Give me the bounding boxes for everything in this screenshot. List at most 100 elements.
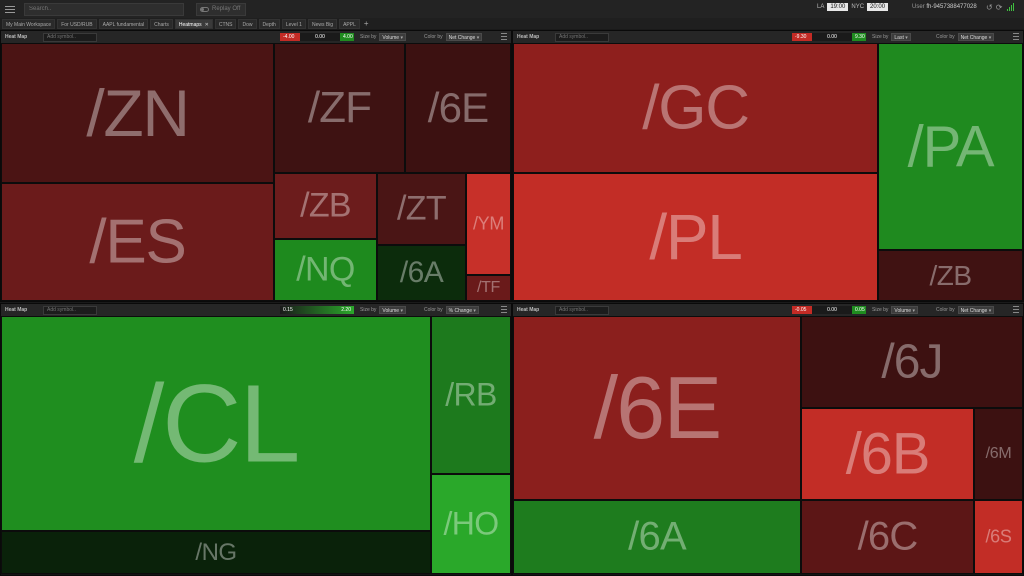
tab-label: Heatmaps bbox=[178, 21, 202, 28]
panel-menu-icon[interactable] bbox=[501, 33, 507, 40]
color-by-select[interactable]: Net Change bbox=[957, 306, 995, 314]
color-by-select[interactable]: Net Change bbox=[445, 33, 483, 41]
legend-value: -9.30 bbox=[792, 33, 812, 41]
clock-nyc-time: 20:00 bbox=[867, 3, 889, 11]
add-symbol-input[interactable] bbox=[43, 32, 97, 42]
add-symbol-input[interactable] bbox=[43, 305, 97, 315]
replay-toggle[interactable]: Replay Off bbox=[196, 2, 246, 16]
color-by-control: Color by Net Change bbox=[424, 33, 483, 41]
add-symbol-input[interactable] bbox=[555, 305, 609, 315]
color-legend: -9.30 0.00 9.30 bbox=[792, 33, 866, 41]
cell-symbol: /ES bbox=[89, 207, 186, 277]
size-by-select[interactable]: Volume bbox=[379, 33, 406, 41]
legend-value: 9.30 bbox=[852, 33, 866, 41]
panel-menu-icon[interactable] bbox=[1013, 306, 1019, 313]
heatmap-cell[interactable]: /6M bbox=[974, 408, 1023, 500]
toggle-switch-icon bbox=[200, 6, 209, 12]
tab-level-1[interactable]: Level 1 bbox=[281, 18, 306, 29]
heatmap-cell[interactable]: /ZB bbox=[878, 250, 1023, 301]
cell-symbol: /PA bbox=[907, 114, 995, 179]
color-by-select[interactable]: Net Change bbox=[957, 33, 995, 41]
legend-value: 0.05 bbox=[852, 306, 866, 314]
tab-charts[interactable]: Charts bbox=[150, 18, 173, 29]
cell-symbol: /ZB bbox=[929, 259, 972, 291]
heatmap-cell[interactable]: /NG bbox=[1, 531, 431, 574]
panel-menu-icon[interactable] bbox=[1013, 33, 1019, 40]
panel-menu-icon[interactable] bbox=[501, 306, 507, 313]
tab-news-big[interactable]: News Big bbox=[307, 18, 338, 29]
heatmap-cell[interactable]: /NQ bbox=[274, 239, 377, 301]
tab-label: APPL bbox=[343, 21, 356, 28]
heatmap-cell[interactable]: /HO bbox=[431, 474, 511, 574]
heatmap-cell[interactable]: /GC bbox=[513, 43, 878, 173]
heatmap-cell[interactable]: /ZB bbox=[274, 173, 377, 239]
hamburger-menu-icon[interactable] bbox=[4, 2, 20, 16]
heatmap-body: /ZN/ZF/6E/ES/ZB/ZT/YM/NQ/6A/TF bbox=[1, 43, 511, 301]
heatmap-cell[interactable]: /ZT bbox=[377, 173, 466, 245]
add-symbol-input[interactable] bbox=[555, 32, 609, 42]
cell-symbol: /HO bbox=[443, 505, 500, 542]
cell-symbol: /6M bbox=[985, 445, 1012, 462]
color-by-label: Color by bbox=[936, 307, 955, 313]
user-label: User bbox=[912, 4, 925, 10]
search-input[interactable] bbox=[24, 2, 184, 16]
tab-label: Dow bbox=[242, 21, 253, 28]
tab-for-usd-rub[interactable]: For USD/RUB bbox=[57, 18, 97, 29]
size-by-select[interactable]: Volume bbox=[891, 306, 918, 314]
heatmap-panel-2: Heat Map -9.300.009.30 Size byLast Color by… bbox=[512, 30, 1024, 302]
size-by-control: Size by Volume bbox=[872, 306, 918, 314]
legend-value: -0.05 bbox=[792, 306, 812, 314]
heatmap-cell[interactable]: /6E bbox=[513, 316, 801, 500]
tab-label: News Big bbox=[311, 21, 334, 28]
add-tab-icon[interactable]: + bbox=[364, 19, 369, 28]
tab-appl[interactable]: APPL bbox=[339, 18, 360, 29]
tab-ctns[interactable]: CTNS bbox=[214, 18, 237, 29]
panel-title: Heat Map bbox=[5, 307, 28, 313]
refresh-icon[interactable]: ⟳ bbox=[996, 3, 1003, 12]
color-legend: -0.05 0.00 0.05 bbox=[792, 306, 866, 314]
heatmap-cell[interactable]: /PL bbox=[513, 173, 878, 301]
cell-symbol: /GC bbox=[642, 73, 750, 143]
heatmap-cell[interactable]: /YM bbox=[466, 173, 511, 275]
color-legend: -4.00 0.00 4.00 bbox=[280, 33, 354, 41]
cell-symbol: /6E bbox=[427, 84, 489, 131]
heatmap-body: /GC/PA/PL/ZB bbox=[513, 43, 1023, 301]
tab-aapl-fundamental[interactable]: AAPL fundamental bbox=[98, 18, 149, 29]
heatmap-cell[interactable]: /PA bbox=[878, 43, 1023, 250]
close-tab-icon[interactable]: ✕ bbox=[205, 22, 209, 28]
heatmap-cell[interactable]: /6A bbox=[513, 500, 801, 574]
heatmap-cell[interactable]: /6E bbox=[405, 43, 511, 173]
size-by-label: Size by bbox=[872, 34, 889, 40]
color-by-control: Color by Net Change bbox=[936, 306, 995, 314]
heatmap-cell[interactable]: /TF bbox=[466, 275, 511, 301]
size-by-control: Size by Volume bbox=[360, 306, 406, 314]
clock-la-time: 19:00 bbox=[827, 3, 849, 11]
world-clocks: LA 19:00 NYC 20:00 bbox=[817, 3, 889, 11]
history-icon[interactable]: ↺ bbox=[986, 3, 993, 12]
size-by-select[interactable]: Volume bbox=[379, 306, 406, 314]
heatmap-cell[interactable]: /ES bbox=[1, 183, 274, 301]
heatmap-body: /6E/6J/6B/6M/6A/6C/6S bbox=[513, 316, 1023, 575]
color-by-select[interactable]: % Change bbox=[445, 306, 479, 314]
heatmap-cell[interactable]: /6J bbox=[801, 316, 1023, 408]
tab-my-main-workspace[interactable]: My Main Workspace bbox=[2, 18, 56, 29]
heatmap-panel-1: Heat Map -4.000.004.00 Size byVolume Color … bbox=[0, 30, 512, 302]
heatmap-cell[interactable]: /CL bbox=[1, 316, 431, 531]
size-by-label: Size by bbox=[360, 307, 377, 313]
color-legend: 0.15 2.20 bbox=[280, 306, 354, 314]
legend-value: 0.00 bbox=[300, 33, 340, 41]
heatmap-cell[interactable]: /6S bbox=[974, 500, 1023, 574]
legend-value: 4.00 bbox=[340, 33, 354, 41]
color-by-label: Color by bbox=[936, 34, 955, 40]
heatmap-cell[interactable]: /ZN bbox=[1, 43, 274, 183]
tab-dow[interactable]: Dow bbox=[238, 18, 257, 29]
tab-heatmaps[interactable]: Heatmaps ✕ bbox=[174, 18, 213, 29]
tab-depth[interactable]: Depth bbox=[258, 18, 280, 29]
heatmap-cell[interactable]: /RB bbox=[431, 316, 511, 474]
heatmap-cell[interactable]: /6C bbox=[801, 500, 974, 574]
heatmap-cell[interactable]: /ZF bbox=[274, 43, 405, 173]
heatmap-cell[interactable]: /6A bbox=[377, 245, 466, 301]
heatmap-cell[interactable]: /6B bbox=[801, 408, 974, 500]
workspace-tab-bar: My Main Workspace For USD/RUB AAPL fundame… bbox=[0, 18, 1024, 29]
size-by-select[interactable]: Last bbox=[891, 33, 911, 41]
